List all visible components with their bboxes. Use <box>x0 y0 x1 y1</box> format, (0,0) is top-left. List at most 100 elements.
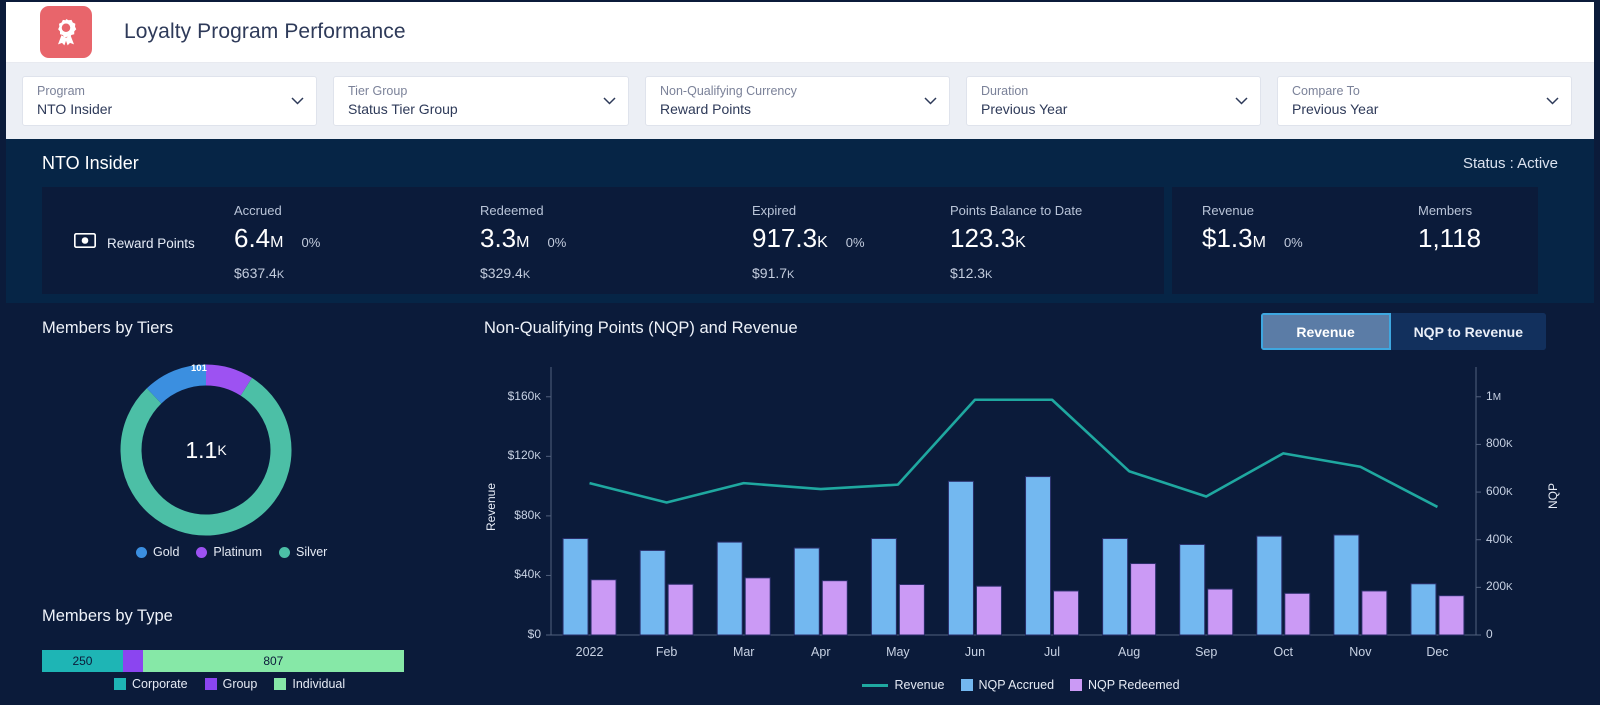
kpi-members-label: Members <box>1418 203 1473 218</box>
legend-item-individual[interactable]: Individual <box>274 677 345 691</box>
filter-compare-to-label: Compare To <box>1292 84 1360 98</box>
kpi-expired-value: 917.3K <box>752 223 828 253</box>
y-tick: $40K <box>476 567 541 581</box>
chart-view-toggle[interactable]: Revenue NQP to Revenue <box>1260 313 1546 350</box>
kpi-accrued: Accrued 6.4M 0% $637.4K <box>234 187 480 281</box>
bar-nqp-accrued[interactable] <box>1256 535 1283 636</box>
bar-nqp-accrued[interactable] <box>1102 538 1129 636</box>
stacked-segment-group[interactable] <box>122 650 143 672</box>
filter-non-qualifying-currency[interactable]: Non-Qualifying Currency Reward Points <box>645 76 950 126</box>
bar-nqp-redeemed[interactable] <box>821 580 848 636</box>
bar-nqp-accrued[interactable] <box>1179 543 1206 636</box>
bar-nqp-accrued[interactable] <box>639 549 666 636</box>
bar-nqp-redeemed[interactable] <box>898 583 925 636</box>
y2-tick: 0 <box>1486 627 1493 641</box>
bar-nqp-redeemed[interactable] <box>1438 595 1465 636</box>
bar-nqp-accrued[interactable] <box>870 538 897 636</box>
toggle-revenue[interactable]: Revenue <box>1260 313 1391 350</box>
bar-nqp-redeemed[interactable] <box>1361 590 1388 636</box>
kpi-header: NTO Insider Status : Active <box>42 153 1558 174</box>
filter-compare-to[interactable]: Compare To Previous Year <box>1277 76 1572 126</box>
kpi-points-card: Reward Points Accrued 6.4M 0% $637.4K Re… <box>42 187 1164 294</box>
kpi-revenue-delta: 0% <box>1283 235 1303 250</box>
line-revenue[interactable] <box>589 398 1439 509</box>
legend-item-gold[interactable]: Gold <box>136 545 179 559</box>
stacked-segment-individual[interactable]: 807 <box>142 650 404 672</box>
kpi-revenue-card: Revenue $1.3M 0% Members 1,118 <box>1172 187 1538 294</box>
legend-swatch-icon <box>960 679 973 691</box>
chevron-down-icon[interactable] <box>1546 97 1559 105</box>
bar-nqp-redeemed[interactable] <box>1053 590 1080 636</box>
legend-item-revenue[interactable]: Revenue <box>862 678 945 692</box>
legend-swatch-icon <box>274 678 287 690</box>
y2-tick: 1M <box>1486 389 1501 403</box>
kpi-redeemed-label: Redeemed <box>480 203 544 218</box>
y2-tick-label: 1M <box>1486 388 1502 403</box>
bar-nqp-accrued[interactable] <box>793 547 820 636</box>
members-by-type-bar[interactable]: 250 807 <box>42 650 404 672</box>
y2-tick-label: 400K <box>1486 531 1513 546</box>
y2-tick-label: 200K <box>1486 579 1513 594</box>
legend-item-platinum[interactable]: Platinum <box>196 545 262 559</box>
filter-bar: Program NTO Insider Tier Group Status Ti… <box>6 63 1594 139</box>
kpi-points-balance-label: Points Balance to Date <box>950 203 1083 218</box>
y-tick-label: $120K <box>507 448 541 463</box>
members-by-tiers-donut[interactable]: 1.1 K <box>116 360 296 540</box>
donut-platinum-value: 101 <box>191 363 207 374</box>
y-tick-label: $0 <box>527 627 541 641</box>
y2-axis-label: NQP <box>1546 483 1560 510</box>
chevron-down-icon[interactable] <box>603 97 616 105</box>
legend-swatch-icon <box>279 546 291 558</box>
legend-label: Silver <box>296 545 328 559</box>
bar-nqp-accrued[interactable] <box>1333 534 1360 636</box>
bar-nqp-accrued[interactable] <box>1025 476 1052 636</box>
x-tick-label: Dec <box>1426 645 1449 659</box>
stacked-segment-corporate[interactable]: 250 <box>42 650 123 672</box>
program-name: NTO Insider <box>42 153 139 173</box>
banknote-icon <box>73 232 97 253</box>
x-tick-label: Oct <box>1273 645 1293 659</box>
x-tick-label: 2022 <box>575 645 604 659</box>
legend-item-silver[interactable]: Silver <box>279 545 327 559</box>
status-badge: Status : Active <box>1462 155 1558 172</box>
kpi-points-balance-to-date: Points Balance to Date 123.3K $12.3K <box>950 187 1150 281</box>
filter-duration[interactable]: Duration Previous Year <box>966 76 1261 126</box>
y-tick-label: $40K <box>514 567 541 582</box>
bar-nqp-redeemed[interactable] <box>744 577 771 636</box>
nqp-revenue-chart[interactable]: Revenue NQP $0 $40K $80K $120K $160K 0 200K 40… <box>476 353 1566 701</box>
bar-nqp-redeemed[interactable] <box>975 585 1002 636</box>
legend-item-nqp-accrued[interactable]: NQP Accrued <box>960 678 1054 692</box>
legend-label: Gold <box>153 545 180 559</box>
reward-points-label: Reward Points <box>107 235 195 251</box>
y2-tick: 600K <box>1486 484 1513 498</box>
chevron-down-icon[interactable] <box>291 97 304 105</box>
chevron-down-icon[interactable] <box>1235 97 1248 105</box>
y2-tick: 800K <box>1486 436 1513 450</box>
legend-item-corporate[interactable]: Corporate <box>114 677 188 691</box>
kpi-expired-delta: 0% <box>845 235 865 250</box>
toggle-nqp-to-revenue[interactable]: NQP to Revenue <box>1390 313 1546 350</box>
legend-item-nqp-redeemed[interactable]: NQP Redeemed <box>1070 678 1180 692</box>
kpi-points-balance-sub: $12.3K <box>950 265 993 281</box>
kpi-redeemed-delta: 0% <box>547 235 567 250</box>
bar-nqp-accrued[interactable] <box>1410 583 1437 636</box>
bar-nqp-redeemed[interactable] <box>1284 592 1311 636</box>
filter-program[interactable]: Program NTO Insider <box>22 76 317 126</box>
kpi-redeemed: Redeemed 3.3M 0% $329.4K <box>480 187 752 281</box>
bar-nqp-redeemed[interactable] <box>1130 563 1157 636</box>
y-tick: $0 <box>476 627 541 641</box>
legend-item-group[interactable]: Group <box>204 677 257 691</box>
bar-nqp-accrued[interactable] <box>716 541 743 636</box>
bar-nqp-accrued[interactable] <box>947 480 974 636</box>
x-tick-label: May <box>886 645 910 659</box>
bar-nqp-redeemed[interactable] <box>590 579 617 636</box>
filter-non-qualifying-currency-value: Reward Points <box>660 101 752 117</box>
chevron-down-icon[interactable] <box>924 97 937 105</box>
bar-nqp-accrued[interactable] <box>562 538 589 636</box>
legend-swatch-icon <box>204 678 217 690</box>
legend-label: NQP Redeemed <box>1088 678 1180 692</box>
bar-nqp-redeemed[interactable] <box>1207 588 1234 636</box>
bar-nqp-redeemed[interactable] <box>667 583 694 636</box>
filter-tier-group[interactable]: Tier Group Status Tier Group <box>333 76 629 126</box>
y-tick-label: $160K <box>507 388 541 403</box>
